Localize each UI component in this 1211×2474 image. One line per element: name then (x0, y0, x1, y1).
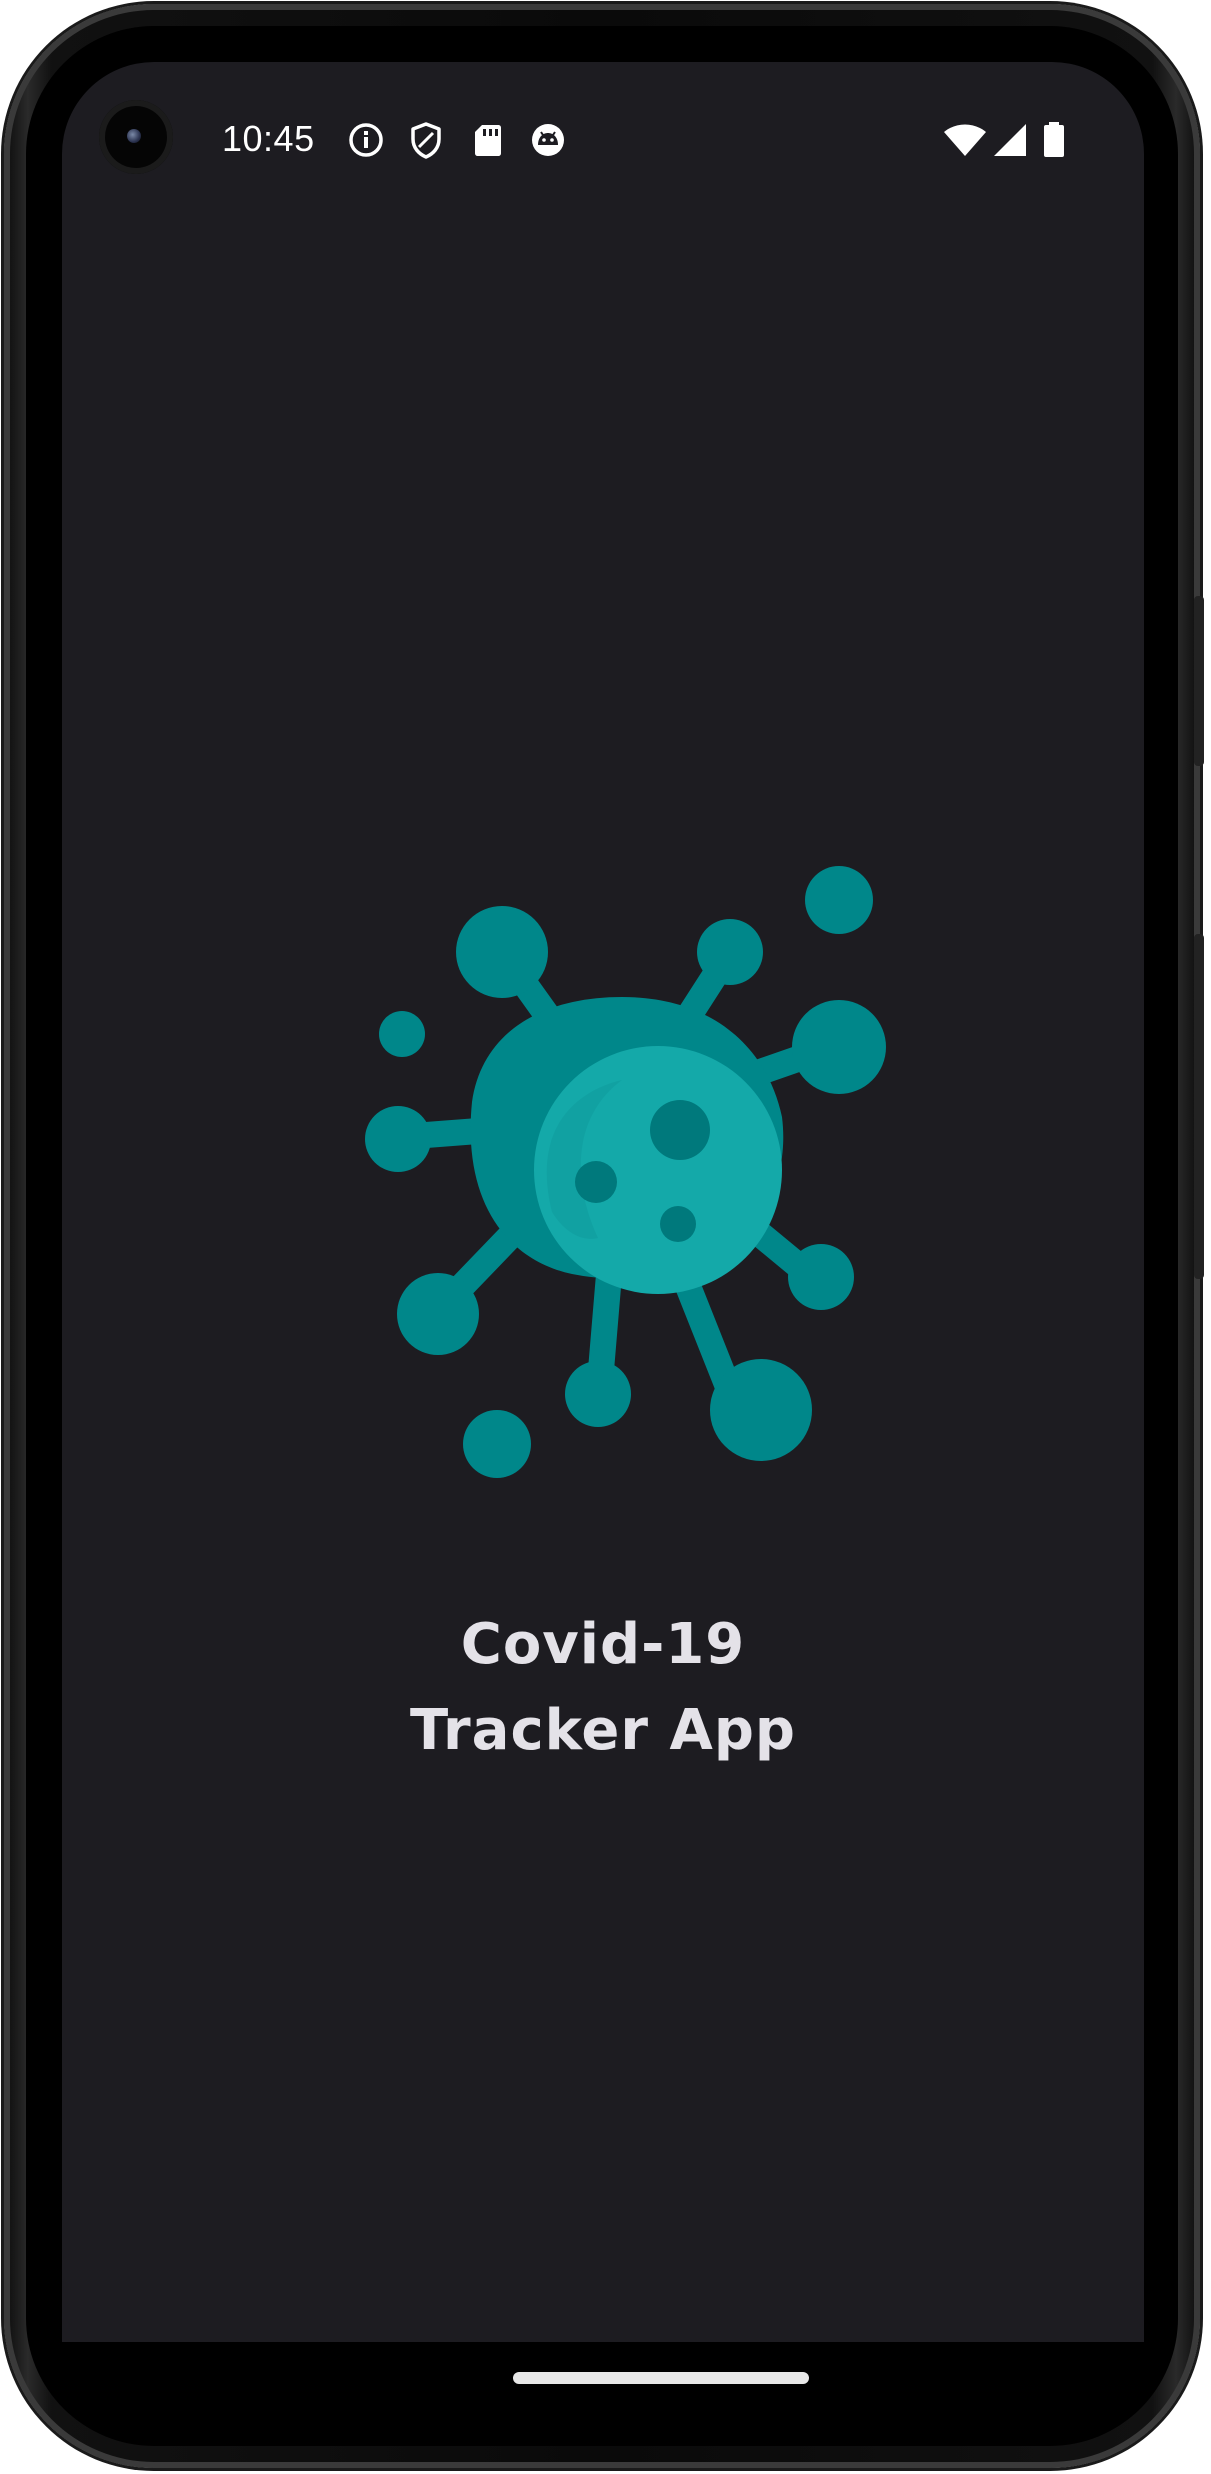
title-line-1: Covid-19 (460, 1612, 746, 1677)
battery-icon (1040, 120, 1068, 160)
front-camera (99, 100, 173, 174)
virus-icon (302, 802, 942, 1482)
gesture-nav-bar (62, 2342, 1144, 2430)
camera-lens (127, 129, 141, 143)
power-button (1194, 596, 1204, 766)
sd-card-icon (468, 120, 508, 160)
info-icon (346, 120, 386, 160)
android-debug-icon (528, 120, 568, 160)
phone-frame: 10:45 Covid-19 Tracker App (4, 4, 1204, 2468)
wifi-icon (942, 120, 988, 160)
volume-button (1194, 934, 1204, 1279)
home-gesture-handle[interactable] (513, 2372, 809, 2384)
cellular-signal-icon (990, 120, 1030, 160)
status-time: 10:45 (222, 118, 315, 159)
app-screen: 10:45 Covid-19 Tracker App (62, 62, 1144, 2342)
app-title: Covid-19 Tracker App (62, 1602, 1144, 1774)
title-line-2: Tracker App (410, 1698, 796, 1763)
shield-icon (406, 120, 446, 160)
